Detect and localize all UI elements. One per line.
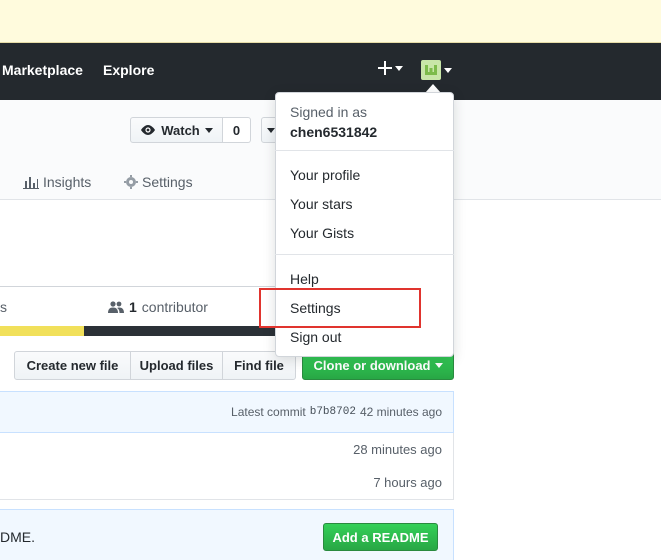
eye-icon bbox=[141, 125, 156, 135]
menu-item-sign-out[interactable]: Sign out bbox=[290, 329, 341, 345]
language-bar-segment bbox=[0, 326, 84, 336]
readme-text: DME. bbox=[0, 529, 35, 545]
clone-label: Clone or download bbox=[313, 358, 431, 373]
menu-item-your-stars[interactable]: Your stars bbox=[290, 196, 353, 212]
stats-fragment: s bbox=[0, 299, 7, 315]
file-row-time: 28 minutes ago bbox=[353, 442, 442, 457]
file-row: 7 hours ago bbox=[0, 466, 454, 500]
menu-item-your-profile[interactable]: Your profile bbox=[290, 167, 360, 183]
plus-icon bbox=[378, 61, 392, 75]
chevron-down-icon bbox=[444, 67, 452, 73]
signed-in-username: chen6531842 bbox=[290, 124, 378, 140]
watch-label: Watch bbox=[161, 122, 200, 138]
settings-highlight-box bbox=[259, 288, 421, 328]
commit-sha[interactable]: b7b8702 bbox=[310, 406, 356, 418]
watch-count[interactable]: 0 bbox=[223, 117, 251, 143]
people-icon bbox=[108, 301, 124, 313]
gear-icon bbox=[124, 175, 138, 189]
tab-settings-label: Settings bbox=[142, 174, 193, 190]
graph-icon bbox=[23, 177, 39, 189]
tab-insights-label: Insights bbox=[43, 174, 92, 190]
file-row-time: 7 hours ago bbox=[373, 475, 442, 490]
tab-insights[interactable]: Insights bbox=[23, 174, 91, 190]
upload-files-button[interactable]: Upload files bbox=[130, 351, 223, 380]
chevron-down-icon bbox=[395, 65, 403, 71]
file-row: 28 minutes ago bbox=[0, 433, 454, 467]
chevron-down-icon bbox=[267, 127, 275, 133]
tab-settings[interactable]: Settings bbox=[124, 174, 193, 190]
add-readme-button[interactable]: Add a README bbox=[323, 523, 438, 551]
contributors-link[interactable]: 1 contributor bbox=[108, 299, 208, 315]
menu-item-your-gists[interactable]: Your Gists bbox=[290, 225, 354, 241]
dropdown-divider bbox=[275, 150, 454, 151]
flash-banner bbox=[0, 0, 661, 43]
create-new-menu[interactable] bbox=[378, 61, 403, 75]
commit-time: 42 minutes ago bbox=[359, 405, 442, 419]
menu-item-help[interactable]: Help bbox=[290, 271, 319, 287]
create-new-file-button[interactable]: Create new file bbox=[14, 351, 131, 380]
commit-prefix: Latest commit bbox=[231, 405, 306, 419]
contributors-count: 1 bbox=[129, 299, 137, 315]
signed-in-header: Signed in as bbox=[290, 104, 368, 120]
nav-explore[interactable]: Explore bbox=[103, 62, 154, 78]
user-menu[interactable] bbox=[421, 60, 452, 80]
chevron-down-icon bbox=[434, 363, 443, 368]
dropdown-divider bbox=[275, 254, 454, 255]
commit-tease: Latest commit b7b8702 42 minutes ago bbox=[0, 391, 454, 433]
avatar-icon bbox=[421, 60, 441, 80]
contributors-label: contributor bbox=[141, 299, 208, 315]
nav-marketplace[interactable]: Marketplace bbox=[2, 62, 83, 78]
watch-button[interactable]: Watch bbox=[130, 117, 223, 143]
chevron-down-icon bbox=[204, 127, 213, 133]
